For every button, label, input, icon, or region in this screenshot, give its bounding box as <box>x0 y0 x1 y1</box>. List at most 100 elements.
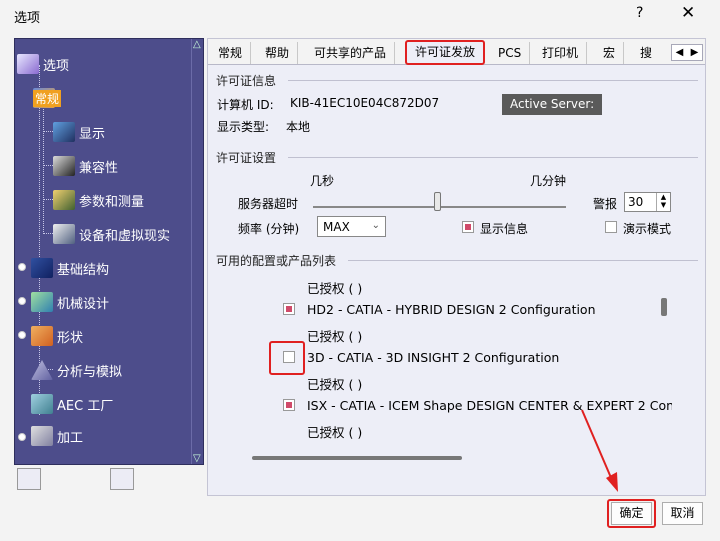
help-icon[interactable]: ? <box>636 5 643 21</box>
products-hscrollbar[interactable] <box>252 456 462 460</box>
tree-item-devices[interactable]: 设备和虚拟现实 <box>53 223 170 245</box>
compatibility-icon <box>53 156 75 176</box>
tab-licensing[interactable]: 许可证发放 <box>405 40 486 65</box>
license-settings-title: 许可证设置 <box>216 151 277 165</box>
tab-pcs[interactable]: PCS <box>490 42 531 64</box>
tab-shareable-products[interactable]: 可共享的产品 <box>306 42 396 64</box>
machining-icon <box>31 426 53 446</box>
display-type-value: 本地 <box>286 120 311 134</box>
tab-printer[interactable]: 打印机 <box>534 42 588 64</box>
home-icon[interactable] <box>17 468 41 490</box>
products-title: 可用的配置或产品列表 <box>216 254 337 268</box>
close-icon[interactable]: ✕ <box>681 3 695 23</box>
product-checkbox[interactable] <box>283 399 295 411</box>
list-item: 已授权 ( ) <box>307 377 363 392</box>
tree-item-aec[interactable]: AEC 工厂 <box>31 393 113 415</box>
tree-item-label: 机械设计 <box>57 296 110 312</box>
scroll-down-icon[interactable]: ▽ <box>193 453 201 464</box>
tree-item-label: 参数和测量 <box>79 194 145 210</box>
slider-handle[interactable] <box>434 192 441 211</box>
tree-item-label: 分析与模拟 <box>57 364 123 380</box>
products-scrollbar[interactable] <box>658 270 670 450</box>
frequency-label: 频率 (分钟) <box>238 222 300 236</box>
tab-search[interactable]: 搜 <box>632 42 660 64</box>
cancel-button[interactable]: 取消 <box>662 502 703 525</box>
parameters-icon <box>53 190 75 210</box>
mechanical-icon <box>31 292 53 312</box>
seconds-label: 几秒 <box>310 174 335 188</box>
frequency-select[interactable]: MAX ⌄ <box>317 216 386 237</box>
title-bar: 选项 ? ✕ <box>0 0 720 30</box>
tree-item-label: 基础结构 <box>57 262 110 278</box>
tree-item-label: 设备和虚拟现实 <box>79 228 171 244</box>
tree-item-label: 兼容性 <box>79 160 119 176</box>
demo-mode-checkbox[interactable] <box>605 221 617 233</box>
scroll-up-icon[interactable]: △ <box>193 39 201 50</box>
tab-right-icon[interactable]: ▶ <box>687 45 702 60</box>
tree-scrollbar[interactable]: △ ▽ <box>191 39 203 464</box>
list-item[interactable]: HD2 - CATIA - HYBRID DESIGN 2 Configurat… <box>307 302 672 317</box>
scroll-thumb[interactable] <box>661 298 667 316</box>
tab-scroll[interactable]: ◀ ▶ <box>671 44 703 61</box>
window-title: 选项 <box>14 11 41 26</box>
settings-panel: 常规 帮助 可共享的产品 许可证发放 PCS 打印机 宏 搜 ◀ ▶ 许可证信息… <box>207 38 706 496</box>
expand-node-icon[interactable] <box>18 263 26 271</box>
license-info-title: 许可证信息 <box>216 74 277 88</box>
tree-item-infrastructure[interactable]: 基础结构 <box>31 257 109 279</box>
tree-item-analysis[interactable]: 分析与模拟 <box>31 359 122 381</box>
minutes-label: 几分钟 <box>530 174 567 188</box>
annotation-arrow-icon <box>581 409 618 492</box>
divider <box>288 157 698 158</box>
display-icon <box>53 122 75 142</box>
tab-general[interactable]: 常规 <box>210 42 252 64</box>
list-item[interactable]: 3D - CATIA - 3D INSIGHT 2 Configuration <box>307 350 672 365</box>
alarm-stepper[interactable]: 30 ▲ ▼ <box>624 192 671 212</box>
infrastructure-icon <box>31 258 53 278</box>
show-info-checkbox[interactable] <box>462 221 474 233</box>
tree-item-label: 显示 <box>79 126 106 142</box>
demo-mode-label: 演示模式 <box>623 222 672 236</box>
divider <box>348 260 698 261</box>
aec-icon <box>31 394 53 414</box>
computer-id-value: KIB-41EC10E04C872D07 <box>290 96 440 110</box>
tree-item-options[interactable]: 选项 <box>17 53 69 75</box>
tab-macro[interactable]: 宏 <box>595 42 625 64</box>
tab-help[interactable]: 帮助 <box>257 42 299 64</box>
tree-tool-icon[interactable] <box>110 468 134 490</box>
tree-item-general[interactable]: 常规 <box>33 87 62 109</box>
analysis-icon <box>31 360 53 380</box>
tree-item-display[interactable]: 显示 <box>53 121 105 143</box>
expand-node-icon[interactable] <box>18 331 26 339</box>
tree-item-compatibility[interactable]: 兼容性 <box>53 155 118 177</box>
list-item: 已授权 ( ) <box>307 329 363 344</box>
show-info-label: 显示信息 <box>480 222 529 236</box>
devices-icon <box>53 224 75 244</box>
tab-left-icon[interactable]: ◀ <box>672 45 687 60</box>
options-tree: 选项 常规 显示 兼容性 参数和测量 设备和虚拟现实 基础结构 机械设计 形状 … <box>14 38 204 465</box>
tree-item-label: 选项 <box>43 58 70 74</box>
tab-bar: 常规 帮助 可共享的产品 许可证发放 PCS 打印机 宏 搜 ◀ ▶ <box>208 39 705 65</box>
chevron-down-icon: ⌄ <box>371 220 380 231</box>
tree-item-shape[interactable]: 形状 <box>31 325 83 347</box>
active-server-box: Active Server: <box>502 94 602 115</box>
ok-button[interactable]: 确定 <box>611 502 652 525</box>
tree-item-mechanical[interactable]: 机械设计 <box>31 291 109 313</box>
stepper-arrows-icon[interactable]: ▲ ▼ <box>656 193 670 211</box>
tree-item-parameters[interactable]: 参数和测量 <box>53 189 144 211</box>
product-checkbox[interactable] <box>283 303 295 315</box>
tree-item-machining[interactable]: 加工 <box>31 425 83 447</box>
server-timeout-label: 服务器超时 <box>238 197 299 211</box>
shape-icon <box>31 326 53 346</box>
expand-node-icon[interactable] <box>18 433 26 441</box>
tree-item-label: 常规 <box>33 89 62 107</box>
alarm-value: 30 <box>628 195 644 209</box>
divider <box>288 80 698 81</box>
alarm-label: 警报 <box>593 197 618 211</box>
tree-item-label: 形状 <box>57 330 84 346</box>
options-icon <box>17 54 39 74</box>
highlight-box <box>269 341 305 375</box>
display-type-label: 显示类型: <box>217 120 270 134</box>
tree-item-label: 加工 <box>57 430 84 446</box>
list-item: 已授权 ( ) <box>307 281 363 296</box>
expand-node-icon[interactable] <box>18 297 26 305</box>
